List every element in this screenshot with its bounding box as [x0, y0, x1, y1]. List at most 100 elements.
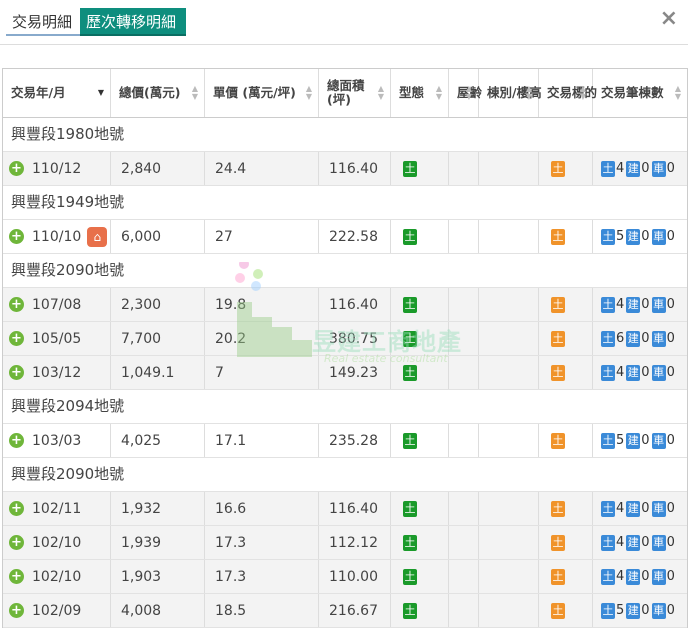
- header-col-3[interactable]: 總面積 (坪) ▲ ▼: [319, 69, 391, 117]
- header-col-4[interactable]: 型態 ▲ ▼: [391, 69, 449, 117]
- cell-area: 116.40: [319, 288, 391, 321]
- header-col-7[interactable]: 交易標的 ▲ ▼: [539, 69, 597, 117]
- cell-floor: [479, 526, 539, 559]
- tab-transaction-details[interactable]: 交易明細: [6, 8, 80, 36]
- expand-icon[interactable]: +: [9, 569, 24, 584]
- table-row[interactable]: +102/10 1,939 17.3 112.12 土土土 4 建 0 車 0: [3, 526, 687, 560]
- table-row[interactable]: +102/11 1,932 16.6 116.40 土土土 4 建 0 車 0: [3, 492, 687, 526]
- table-row[interactable]: +103/12 1,049.1 7 149.23 土土土 4 建 0 車 0: [3, 356, 687, 390]
- group-header: 興豐段2094地號: [3, 390, 687, 424]
- land-count: 5: [616, 229, 625, 244]
- land-count-badge: 土: [601, 330, 615, 347]
- sort-icon[interactable]: ▲ ▼: [580, 85, 586, 101]
- cell-age: [449, 594, 479, 627]
- cell-target: 土: [539, 492, 593, 525]
- close-icon[interactable]: ×: [660, 6, 678, 31]
- land-count: 4: [616, 297, 625, 312]
- table-row[interactable]: +102/10 1,903 17.3 110.00 土土土 4 建 0 車 0: [3, 560, 687, 594]
- land-count-badge: 土: [601, 228, 615, 245]
- cell-unit-price-text: 18.5: [215, 602, 247, 619]
- cell-floor: [479, 492, 539, 525]
- cell-age: [449, 356, 479, 389]
- cell-counts: 土4建0車0: [593, 560, 687, 593]
- cell-counts: 土4建0車0: [593, 152, 687, 185]
- bldg-count: 0: [641, 161, 650, 176]
- header-col-2[interactable]: 單價 (萬元/坪) ▲ ▼: [205, 69, 319, 117]
- expand-icon[interactable]: +: [9, 365, 24, 380]
- cell-date: +102/10: [3, 560, 111, 593]
- bldg-count-badge: 建: [626, 568, 641, 585]
- counts-group: 土5建0車0: [601, 228, 677, 245]
- cell-type: 土: [391, 526, 449, 559]
- cell-target: 土: [539, 356, 593, 389]
- car-count: 0: [666, 161, 675, 176]
- table-row[interactable]: +103/03 4,025 17.1 235.28 土土土 5 建 0 車 0: [3, 424, 687, 458]
- cell-area: 216.67: [319, 594, 391, 627]
- sort-icon[interactable]: ▲ ▼: [466, 85, 472, 101]
- land-target-badge: 土: [551, 602, 565, 619]
- sort-icon[interactable]: ▲ ▼: [675, 85, 681, 101]
- cell-area-text: 116.40: [329, 500, 378, 517]
- cell-age: [449, 424, 479, 457]
- cell-target: 土: [539, 220, 593, 253]
- car-count: 0: [666, 569, 675, 584]
- sort-icon[interactable]: ▲ ▼: [306, 85, 312, 101]
- header-col-8[interactable]: 交易筆棟數 ▲ ▼: [593, 69, 687, 117]
- cell-unit-price: 20.2: [205, 322, 319, 355]
- table-row[interactable]: +107/08 2,300 19.8 116.40 土土土 4 建 0 車 0: [3, 288, 687, 322]
- land-count-badge: 土: [601, 364, 615, 381]
- expand-icon[interactable]: +: [9, 161, 24, 176]
- expand-icon[interactable]: +: [9, 603, 24, 618]
- expand-icon[interactable]: +: [9, 331, 24, 346]
- sort-icon[interactable]: ▲ ▼: [436, 85, 442, 101]
- expand-icon[interactable]: +: [9, 535, 24, 550]
- counts-group: 土4建0車0: [601, 568, 677, 585]
- car-count-badge: 車: [651, 364, 666, 381]
- sort-desc-icon[interactable]: ▼: [98, 89, 104, 97]
- land-count-badge: 土: [601, 568, 615, 585]
- sort-icon[interactable]: ▲ ▼: [378, 85, 384, 101]
- tab-transfer-history[interactable]: 歷次轉移明細: [80, 8, 186, 36]
- header-col-6[interactable]: 棟別/樓高 ▲ ▼: [479, 69, 542, 117]
- cell-date: +105/05: [3, 322, 111, 355]
- table-row[interactable]: +102/09 4,008 18.5 216.67 土土土 5 建 0 車 0: [3, 594, 687, 628]
- car-count-badge: 車: [651, 160, 666, 177]
- table-row[interactable]: +110/12 2,840 24.4 116.40 土土土 4 建 0 車 0: [3, 152, 687, 186]
- cell-total-price: 1,939: [111, 526, 205, 559]
- expand-icon[interactable]: +: [9, 297, 24, 312]
- header-label: 型態: [399, 85, 425, 100]
- expand-icon[interactable]: +: [9, 433, 24, 448]
- cell-counts: 土6建0車0: [593, 322, 687, 355]
- cell-area: 112.12: [319, 526, 391, 559]
- cell-total-price: 7,700: [111, 322, 205, 355]
- cell-total-price: 1,049.1: [111, 356, 205, 389]
- expand-icon[interactable]: +: [9, 229, 24, 244]
- counts-group: 土4建0車0: [601, 160, 677, 177]
- cell-date: +102/10: [3, 526, 111, 559]
- car-count-badge: 車: [651, 534, 666, 551]
- land-type-badge: 土: [403, 534, 417, 551]
- cell-age: [449, 322, 479, 355]
- header-col-5[interactable]: 屋齡 ▲ ▼: [449, 69, 482, 117]
- cell-unit-price-text: 17.3: [215, 568, 247, 585]
- expand-icon[interactable]: +: [9, 501, 24, 516]
- bldg-count: 0: [641, 229, 650, 244]
- table-row[interactable]: +105/05 7,700 20.2 380.75 土土土 6 建 0 車 0: [3, 322, 687, 356]
- table-header: 交易年/月 ▼ 總價(萬元) ▲ ▼ 單價 (萬元/坪) ▲ ▼ 總面積 (坪) ▲ ▼ 型態 ▲ ▼ 屋齡…: [3, 69, 687, 118]
- cell-total-price-text: 4,008: [121, 602, 162, 619]
- cell-total-price: 4,008: [111, 594, 205, 627]
- cell-area: 380.75: [319, 322, 391, 355]
- sort-icon[interactable]: ▲ ▼: [192, 85, 198, 101]
- header-label: 交易年/月: [11, 85, 66, 100]
- bldg-count: 0: [641, 365, 650, 380]
- header-col-0[interactable]: 交易年/月 ▼: [3, 69, 111, 117]
- table-row[interactable]: +110/10 ⌂ 6,000 27 222.58 土土土 5 建 0 車 0: [3, 220, 687, 254]
- land-target-badge: 土: [551, 500, 565, 517]
- car-count: 0: [666, 229, 675, 244]
- header-col-1[interactable]: 總價(萬元) ▲ ▼: [111, 69, 205, 117]
- house-search-icon[interactable]: ⌂: [87, 226, 108, 247]
- cell-target: 土: [539, 288, 593, 321]
- cell-total-price-text: 1,932: [121, 500, 162, 517]
- date-text: 102/09: [32, 602, 82, 619]
- sort-icon[interactable]: ▲ ▼: [526, 85, 532, 101]
